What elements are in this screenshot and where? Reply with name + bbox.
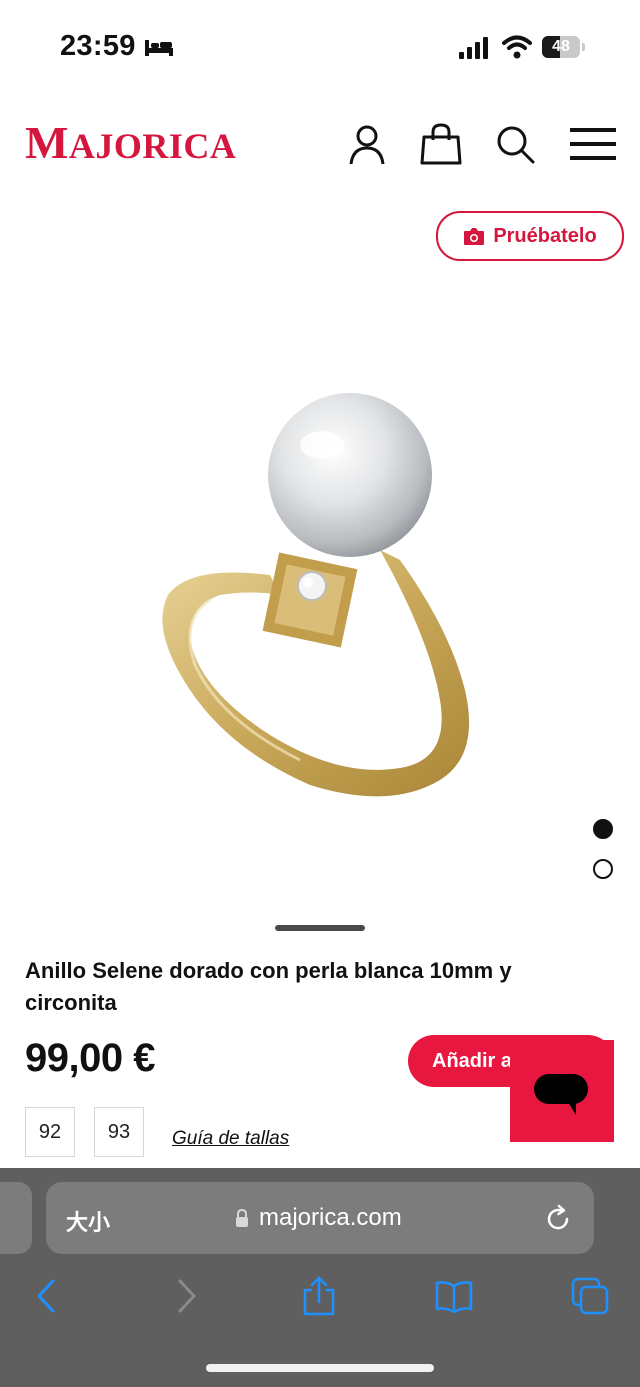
search-icon[interactable] bbox=[493, 122, 537, 166]
menu-icon[interactable] bbox=[569, 122, 617, 166]
try-on-button[interactable]: Pruébatelo bbox=[436, 211, 624, 261]
product-price: 99,00 € bbox=[25, 1036, 155, 1080]
status-time: 23:59 bbox=[60, 30, 136, 62]
text-size-button[interactable]: 大小 bbox=[66, 1205, 110, 1237]
battery-icon: 48 bbox=[542, 36, 586, 58]
size-option-93[interactable]: 93 bbox=[94, 1107, 144, 1157]
previous-tab-preview[interactable] bbox=[0, 1182, 32, 1254]
product-image[interactable] bbox=[150, 390, 490, 810]
size-guide-link[interactable]: Guía de tallas bbox=[172, 1128, 289, 1150]
shopping-bag-icon[interactable] bbox=[419, 122, 463, 166]
bookmarks-icon[interactable] bbox=[434, 1276, 474, 1316]
chat-icon bbox=[534, 1074, 588, 1115]
back-icon[interactable] bbox=[27, 1276, 67, 1316]
add-to-cart-label: Añadir a bbox=[432, 1049, 513, 1072]
sheet-handle[interactable] bbox=[275, 925, 365, 931]
account-icon[interactable] bbox=[345, 122, 389, 166]
tabs-icon[interactable] bbox=[570, 1276, 610, 1316]
wifi-icon bbox=[502, 35, 532, 59]
gallery-dot-1[interactable] bbox=[593, 819, 613, 839]
product-title: Anillo Selene dorado con perla blanca 10… bbox=[25, 958, 512, 1015]
size-option-92[interactable]: 92 bbox=[25, 1107, 75, 1157]
forward-icon[interactable] bbox=[166, 1276, 206, 1316]
url-text[interactable]: majorica.com bbox=[259, 1204, 402, 1232]
try-on-label: Pruébatelo bbox=[493, 224, 597, 247]
lock-icon bbox=[236, 1208, 248, 1227]
share-icon[interactable] bbox=[299, 1276, 339, 1316]
chat-widget[interactable] bbox=[510, 1040, 614, 1142]
cellular-signal-icon bbox=[459, 37, 488, 59]
camera-icon bbox=[464, 228, 485, 245]
reload-icon[interactable] bbox=[543, 1204, 573, 1234]
bed-icon bbox=[145, 40, 173, 56]
home-indicator bbox=[206, 1364, 434, 1372]
brand-logo[interactable]: MAJORICA bbox=[25, 116, 236, 169]
battery-percent: 48 bbox=[552, 38, 570, 55]
gallery-dot-2[interactable] bbox=[593, 859, 613, 879]
